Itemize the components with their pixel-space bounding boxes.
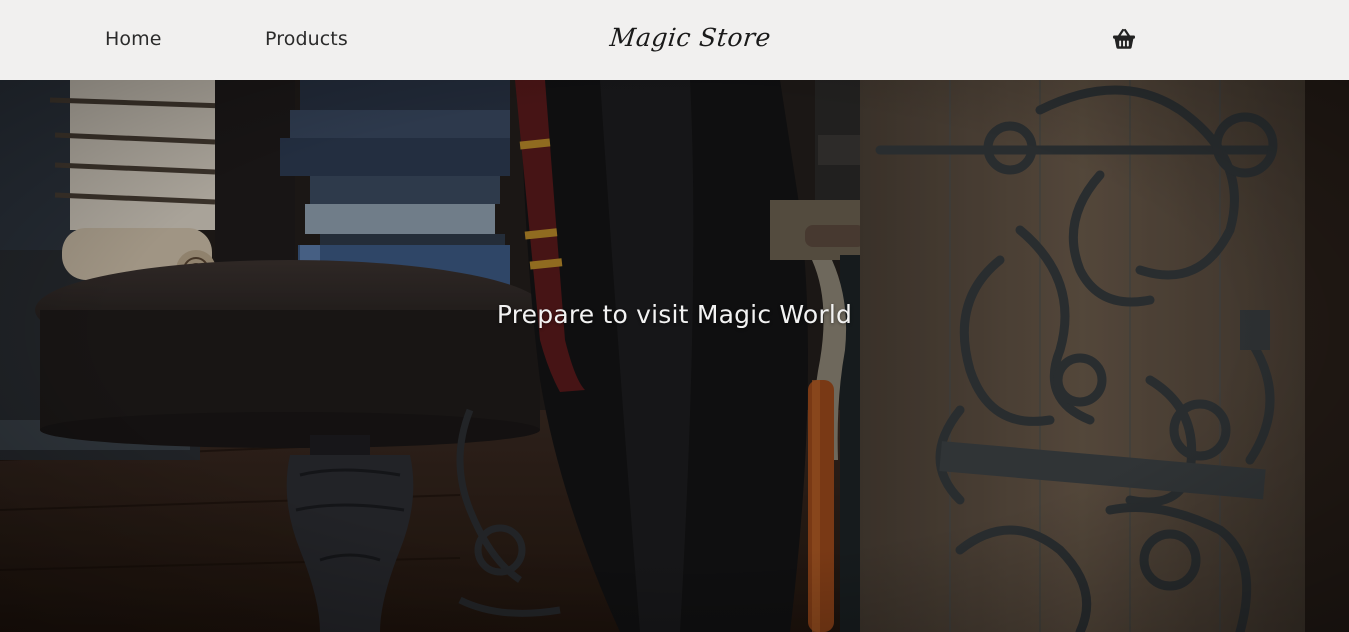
hero-background-photo	[0, 80, 1349, 632]
top-navigation-bar: Home Products Magic Store	[0, 0, 1349, 80]
store-logo[interactable]: Magic Store	[608, 23, 772, 52]
nav-link-home[interactable]: Home	[105, 28, 162, 50]
nav-link-products[interactable]: Products	[265, 28, 348, 50]
hero-title: Prepare to visit Magic World	[496, 300, 853, 329]
shopping-basket-icon[interactable]	[1111, 28, 1137, 50]
hero-banner: Prepare to visit Magic World	[0, 80, 1349, 632]
page: Home Products Magic Store Prepare to vis…	[0, 0, 1349, 632]
